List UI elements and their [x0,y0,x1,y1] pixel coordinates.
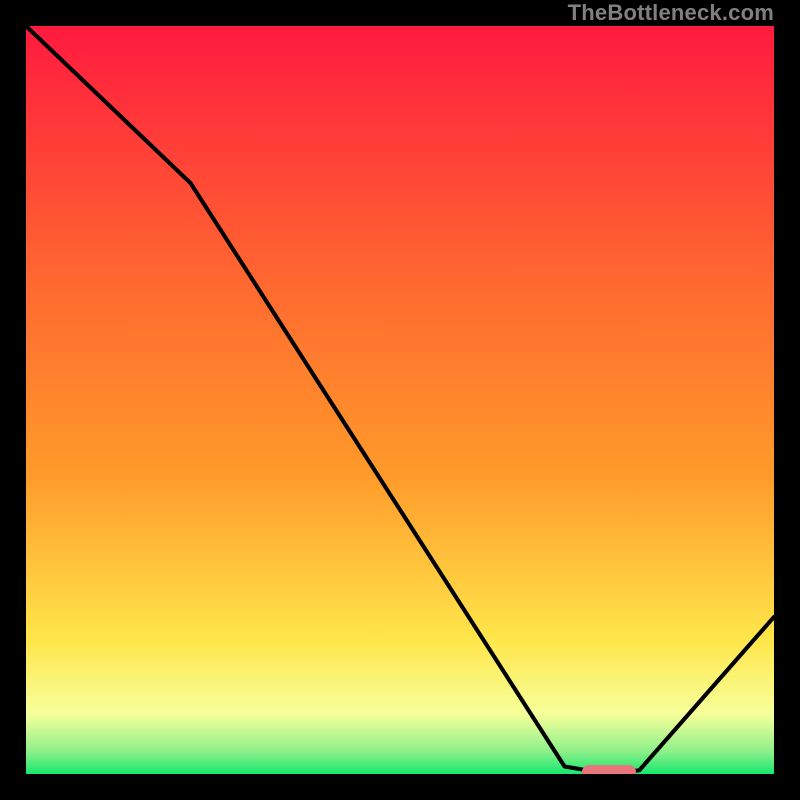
frame-border [20,20,26,780]
watermark-text: TheBottleneck.com [568,0,774,26]
chart-frame [20,20,780,780]
frame-border [774,20,780,780]
frame-border [20,774,780,780]
